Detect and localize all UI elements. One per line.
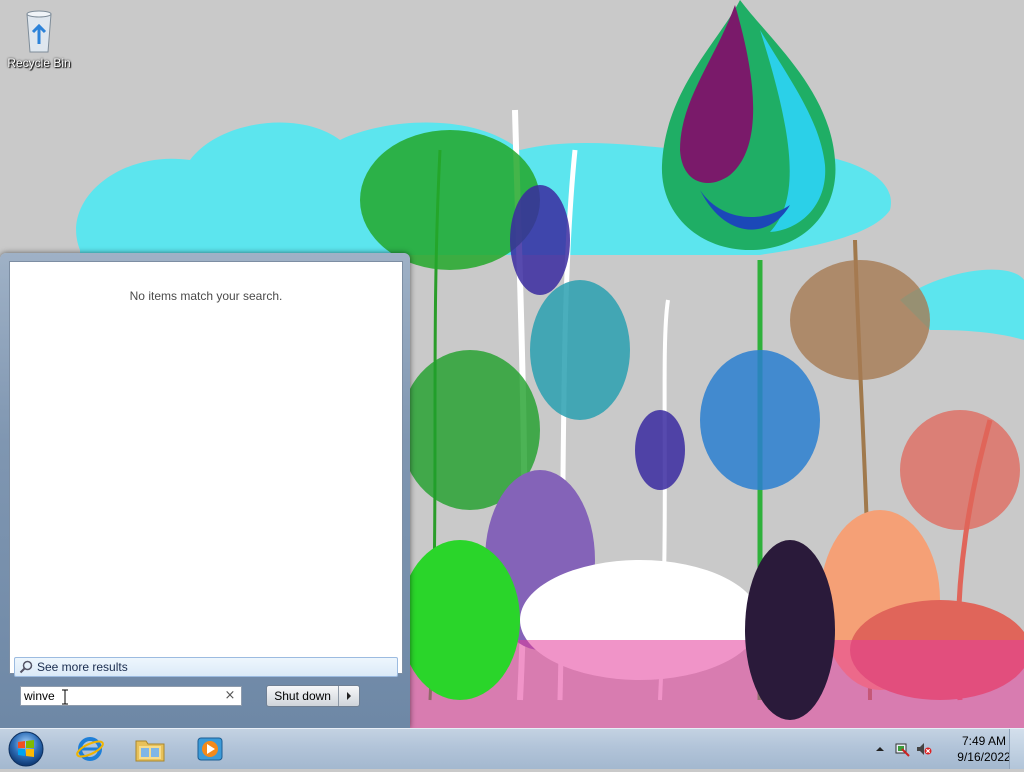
start-search-input[interactable] [24, 688, 214, 704]
see-more-results-label: See more results [37, 660, 128, 674]
text-cursor-icon [62, 689, 68, 705]
internet-explorer-icon [76, 737, 104, 761]
start-search-box[interactable]: × [20, 686, 242, 706]
clock-time: 7:49 AM [961, 734, 1007, 748]
taskbar: 7:49 AM 9/16/2022 [0, 728, 1024, 769]
shutdown-split-button: Shut down [266, 685, 360, 707]
start-button[interactable] [6, 730, 46, 768]
taskbar-internet-explorer[interactable] [62, 731, 118, 767]
see-more-results-button[interactable]: See more results [14, 657, 398, 677]
show-desktop-button[interactable] [1009, 729, 1024, 769]
taskbar-windows-explorer[interactable] [122, 731, 178, 767]
search-results-pane: No items match your search. See more res… [9, 261, 403, 677]
shutdown-button[interactable]: Shut down [267, 686, 340, 706]
system-tray: 7:49 AM 9/16/2022 [864, 729, 1024, 769]
clock-date: 9/16/2022 [957, 750, 1011, 764]
action-center-flag-icon[interactable] [894, 741, 910, 757]
show-hidden-icons-arrow-icon[interactable] [872, 741, 888, 757]
recycle-bin-icon [26, 10, 52, 53]
volume-muted-icon[interactable] [916, 741, 932, 757]
recycle-bin-desktop-icon[interactable]: Recycle Bin [4, 6, 74, 70]
shutdown-options-arrow[interactable] [339, 686, 359, 706]
chevron-right-icon [347, 692, 352, 700]
no-results-message: No items match your search. [129, 289, 283, 303]
media-player-icon [197, 737, 223, 761]
search-icon [19, 660, 33, 674]
start-menu: No items match your search. See more res… [0, 253, 410, 728]
taskbar-media-player[interactable] [182, 731, 238, 767]
taskbar-clock[interactable]: 7:49 AM 9/16/2022 [956, 733, 1012, 765]
recycle-bin-label: Recycle Bin [7, 56, 71, 70]
clear-search-icon[interactable]: × [223, 688, 237, 704]
folder-icon [135, 740, 165, 762]
windows-start-orb-icon [8, 731, 44, 767]
desktop: Recycle Bin No items match your search. … [0, 0, 1024, 728]
